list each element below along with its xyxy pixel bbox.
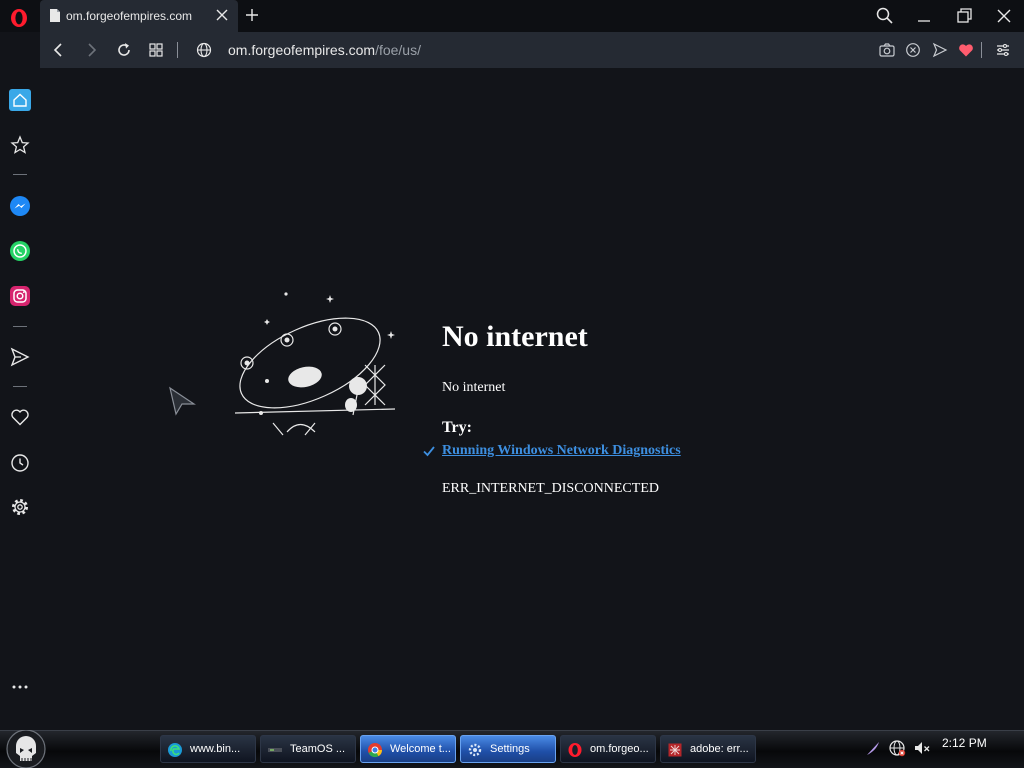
new-tab-icon[interactable] [244, 7, 260, 23]
address-toolbar: om.forgeofempires.com/foe/us/ [40, 32, 1024, 68]
dinosaur-illustration [234, 292, 396, 436]
minimize-icon[interactable] [914, 6, 934, 26]
send-icon[interactable] [931, 41, 949, 59]
reload-icon[interactable] [115, 41, 133, 59]
settings-icon [468, 743, 482, 757]
edge-icon [168, 743, 182, 757]
chrome-icon [368, 743, 383, 758]
star-icon[interactable] [9, 134, 31, 156]
messenger-icon[interactable] [9, 195, 31, 217]
toolbar-divider [177, 42, 178, 58]
heart-icon[interactable] [957, 41, 975, 59]
more-icon[interactable] [9, 676, 31, 698]
feather-icon[interactable] [864, 739, 882, 757]
close-tab-icon[interactable] [215, 8, 229, 22]
sidebar-divider [13, 326, 27, 327]
start-button-skull-icon[interactable] [2, 730, 48, 768]
taskbar-label: Welcome t... [390, 743, 451, 755]
browser-tab[interactable]: om.forgeofempires.com [40, 0, 238, 32]
taskbar-button[interactable]: Welcome t... [360, 735, 456, 763]
url-path: /foe/us/ [375, 42, 421, 58]
browser-titlebar: om.forgeofempires.com [0, 0, 1024, 32]
app-icon [668, 743, 682, 757]
instagram-icon[interactable] [9, 285, 31, 307]
teamos-icon [268, 748, 282, 752]
taskbar-label: www.bin... [190, 743, 241, 755]
opera-icon [568, 743, 582, 757]
taskbar-button[interactable]: www.bin... [160, 735, 256, 763]
taskbar-button[interactable]: Settings [460, 735, 556, 763]
toolbar-divider [981, 42, 982, 58]
history-icon[interactable] [9, 452, 31, 474]
url-domain: om.forgeofempires.com [228, 42, 376, 58]
taskbar-button[interactable]: TeamOS ... [260, 735, 356, 763]
tab-title: om.forgeofempires.com [66, 9, 193, 23]
home-icon[interactable] [9, 89, 31, 111]
restore-icon[interactable] [954, 6, 974, 26]
error-code: ERR_INTERNET_DISCONNECTED [442, 481, 659, 496]
address-field[interactable]: om.forgeofempires.com/foe/us/ [228, 42, 421, 58]
forward-icon[interactable] [82, 41, 100, 59]
error-subtitle: No internet [442, 380, 506, 395]
taskbar-button[interactable]: om.forgeo... [560, 735, 656, 763]
close-window-icon[interactable] [994, 6, 1014, 26]
whatsapp-icon[interactable] [9, 240, 31, 262]
taskbar-button[interactable]: adobe: err... [660, 735, 756, 763]
page-icon [50, 9, 60, 22]
taskbar-label: adobe: err... [690, 743, 749, 755]
sidebar [0, 68, 40, 730]
ad-blocker-icon[interactable] [904, 41, 922, 59]
network-diagnostics-link[interactable]: Running Windows Network Diagnostics [442, 443, 681, 459]
taskbar-label: TeamOS ... [290, 743, 346, 755]
network-globe-icon[interactable] [888, 739, 906, 757]
gear-icon[interactable] [9, 496, 31, 518]
tiles-icon[interactable] [147, 41, 165, 59]
back-icon[interactable] [50, 41, 68, 59]
easy-setup-icon[interactable] [994, 41, 1012, 59]
checkmark-icon [423, 446, 435, 457]
opera-logo-icon[interactable] [9, 8, 29, 28]
speaker-muted-icon[interactable] [913, 739, 931, 757]
sidebar-divider [13, 386, 27, 387]
taskbar-clock[interactable]: 2:12 PM [942, 736, 987, 750]
taskbar-label: om.forgeo... [590, 743, 649, 755]
globe-icon[interactable] [195, 41, 213, 59]
error-title: No internet [442, 320, 588, 353]
sidebar-divider [13, 174, 27, 175]
mouse-cursor-icon [169, 386, 196, 416]
taskbar-label: Settings [490, 743, 530, 755]
camera-icon[interactable] [878, 41, 896, 59]
send-icon[interactable] [9, 346, 31, 368]
search-tabs-icon[interactable] [875, 6, 895, 26]
heart-icon[interactable] [9, 406, 31, 428]
try-label: Try: [442, 419, 472, 436]
